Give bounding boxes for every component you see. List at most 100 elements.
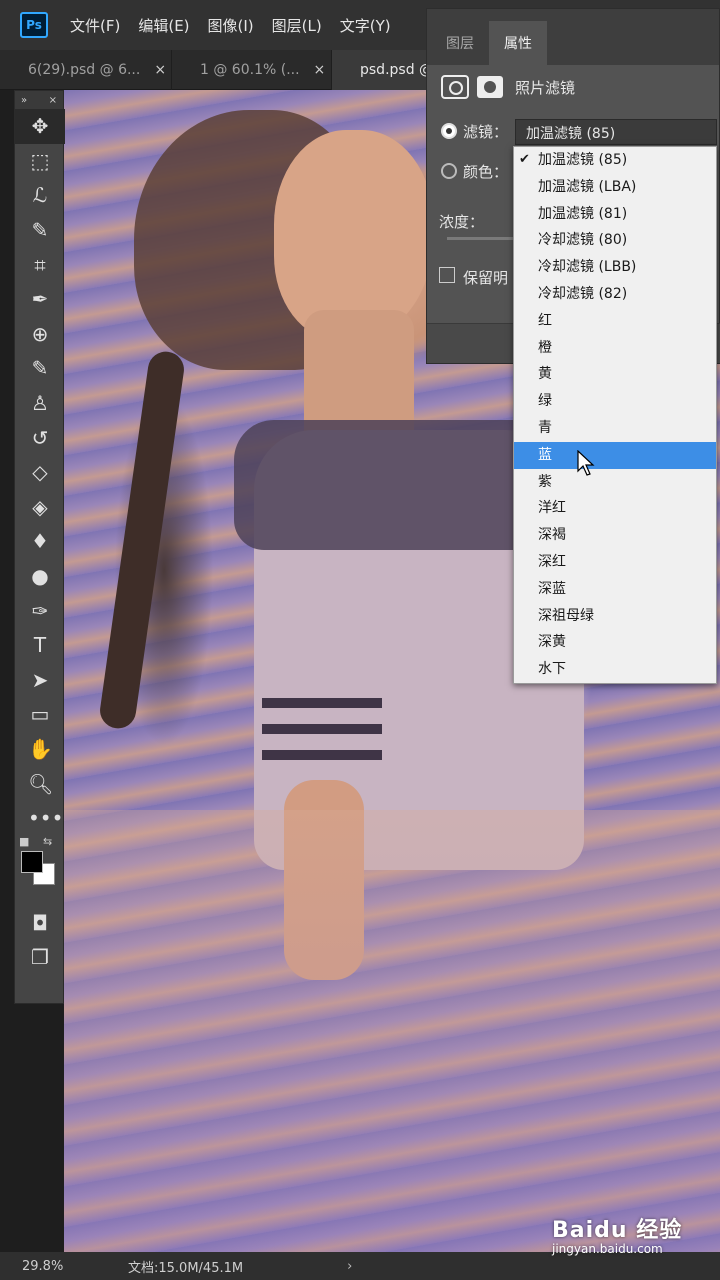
baidu-watermark: Baidu 经验 jingyan.baidu.com [552,1212,692,1266]
blur-tool-icon[interactable]: ♦ [15,524,65,559]
eraser-tool-icon[interactable]: ◇ [15,455,65,490]
zoom-level[interactable]: 29.8% [22,1259,108,1274]
rectangle-tool-glyph: ▭ [30,702,50,727]
filter-option-label: 水下 [538,661,566,678]
tab-properties[interactable]: 属性 [489,21,547,65]
filter-option-label: 深黄 [538,634,566,651]
dodge-tool-icon[interactable]: ● [15,559,65,594]
healing-brush-tool-icon[interactable]: ⊕ [15,317,65,352]
close-icon[interactable]: × [154,62,166,78]
filter-option[interactable]: ✔ 加温滤镜 (85) [514,147,716,174]
foreground-color-swatch[interactable] [21,851,43,874]
menu-image[interactable]: 图像(I) [208,15,254,36]
paint-bucket-tool-glyph: ◈ [32,494,48,519]
eyedropper-tool-icon[interactable]: ✒ [15,282,65,317]
menu-type[interactable]: 文字(Y) [340,15,391,36]
screen-mode-glyph: ❐ [31,945,49,970]
move-tool-icon[interactable]: ✥ [15,109,65,144]
filter-option[interactable]: 深褐 [514,522,716,549]
filter-option[interactable]: 蓝 [514,441,716,469]
filter-option[interactable]: 红 [514,308,716,335]
photo-sleeve-stripe [262,698,382,708]
brush-tool-icon[interactable]: ✎ [15,351,65,386]
status-menu-arrow-icon[interactable]: › [347,1259,352,1274]
marquee-tool-icon[interactable]: ⬚ [15,144,65,179]
crop-tool-icon[interactable]: ⌗ [15,247,65,282]
clone-stamp-tool-icon[interactable]: ♙ [15,386,65,421]
quick-select-tool-icon[interactable]: ✎ [15,213,65,248]
filter-option[interactable]: 绿 [514,388,716,415]
paint-bucket-tool-icon[interactable]: ◈ [15,490,65,525]
tab-document-2[interactable]: 1 @ 60.1% (... × [172,50,332,90]
zoom-tool-glyph: 🔍︎ [28,771,54,796]
panel-tabs: 图层 属性 [427,9,719,65]
screen-mode-icon[interactable]: ❐ [15,940,65,975]
filter-option-label: 加温滤镜 (LBA) [538,178,637,195]
filter-option-label: 紫 [538,473,552,490]
filter-option[interactable]: 黄 [514,361,716,388]
filter-option[interactable]: 深祖母绿 [514,603,716,630]
checkmark-icon: ✔ [519,152,530,167]
filter-select[interactable]: 加温滤镜 (85) [515,119,717,145]
filter-option[interactable]: 深蓝 [514,576,716,603]
path-select-tool-icon[interactable]: ➤ [15,663,65,698]
pen-tool-icon[interactable]: ✑ [15,593,65,628]
hand-tool-icon[interactable]: ✋ [15,732,65,767]
eraser-tool-glyph: ◇ [32,460,48,485]
filter-option[interactable]: 深红 [514,549,716,576]
watermark-brand: Baidu 经验 [552,1218,683,1243]
close-icon[interactable]: × [49,95,57,106]
filter-radio[interactable] [441,123,457,139]
default-colors-icon[interactable]: ■ [19,835,29,848]
filter-option[interactable]: 加温滤镜 (81) [514,201,716,228]
filter-option[interactable]: 加温滤镜 (LBA) [514,174,716,201]
tab-layers[interactable]: 图层 [431,21,489,65]
filter-option[interactable]: 青 [514,415,716,442]
filter-option[interactable]: 紫 [514,469,716,496]
preserve-luminosity-checkbox[interactable] [439,267,455,283]
quick-select-tool-glyph: ✎ [31,218,49,243]
photoshop-logo-icon[interactable]: Ps [20,12,48,38]
watermark-url: jingyan.baidu.com [552,1242,663,1256]
tab-document-3[interactable]: psd.psd @ [332,50,432,90]
lasso-tool-icon[interactable]: ℒ [15,178,65,213]
history-brush-tool-icon[interactable]: ↺ [15,420,65,455]
menu-edit[interactable]: 编辑(E) [138,15,189,36]
density-slider[interactable] [447,237,517,240]
filter-option-label: 冷却滤镜 (LBB) [538,259,637,276]
pen-tool-glyph: ✑ [31,598,49,623]
hand-tool-glyph: ✋ [28,736,53,761]
more-tools-icon[interactable]: ••• [15,801,65,836]
crop-tool-glyph: ⌗ [34,252,46,277]
filter-option[interactable]: 洋红 [514,495,716,522]
menu-items: 文件(F) 编辑(E) 图像(I) 图层(L) 文字(Y) [70,15,409,36]
rectangle-tool-icon[interactable]: ▭ [15,697,65,732]
filter-option[interactable]: 水下 [514,656,716,683]
close-icon[interactable]: × [314,62,326,78]
history-brush-tool-glyph: ↺ [31,425,49,450]
collapse-icon[interactable]: » [21,95,27,106]
filter-option[interactable]: 冷却滤镜 (80) [514,227,716,254]
menu-file[interactable]: 文件(F) [70,15,120,36]
more-tools-glyph: ••• [28,806,64,831]
filter-option[interactable]: 冷却滤镜 (LBB) [514,254,716,281]
filter-option-label: 冷却滤镜 (80) [538,232,628,249]
panel-title: 照片滤镜 [441,75,575,99]
filter-option[interactable]: 冷却滤镜 (82) [514,281,716,308]
layer-mask-icon[interactable] [477,76,503,98]
photo-sleeve-stripe [262,724,382,734]
tab-document-1[interactable]: 6(29).psd @ 6... × [0,50,172,90]
preserve-luminosity-label: 保留明 [463,269,509,287]
filter-option[interactable]: 橙 [514,335,716,362]
filter-option-label: 洋红 [538,500,566,517]
color-label: 颜色： [463,163,509,181]
zoom-tool-icon[interactable]: 🔍︎ [15,766,65,801]
quick-mask-icon[interactable]: ◘ [15,905,65,940]
filter-option[interactable]: 深黄 [514,629,716,656]
swap-colors-icon[interactable]: ⇆ [43,835,52,848]
filter-dropdown-list: ✔ 加温滤镜 (85) 加温滤镜 (LBA) 加温滤镜 (81) 冷却滤镜 (80) 冷却… [513,146,717,684]
camera-filter-icon [441,75,469,99]
menu-layer[interactable]: 图层(L) [272,15,322,36]
color-radio[interactable] [441,163,457,179]
type-tool-icon[interactable]: T [15,628,65,663]
